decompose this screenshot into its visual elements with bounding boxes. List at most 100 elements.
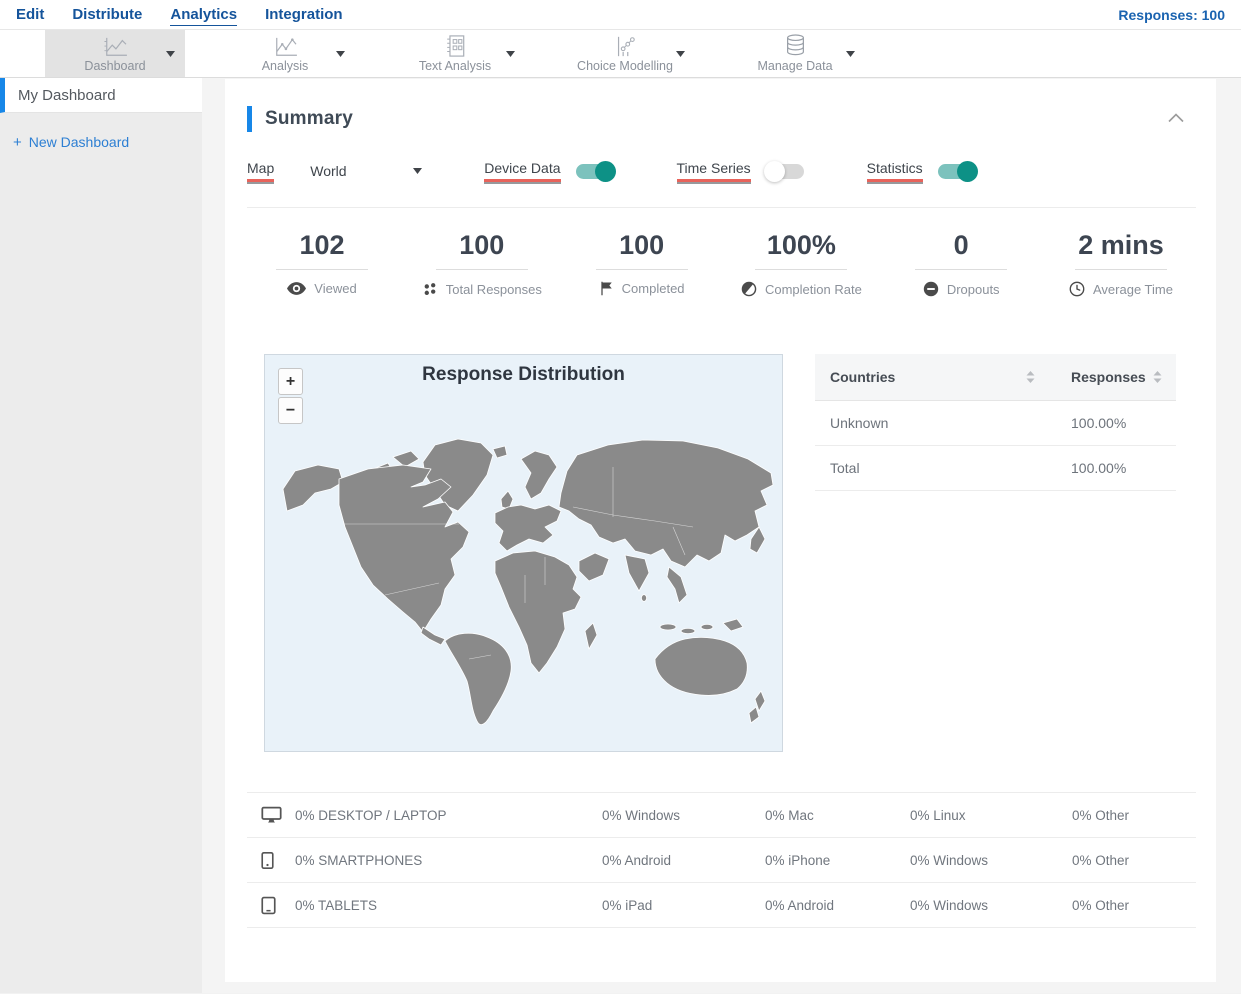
tool-choice-modelling[interactable]: Choice Modelling xyxy=(555,30,695,77)
table-row: Total 100.00% xyxy=(815,446,1176,491)
tablet-icon xyxy=(247,896,295,915)
nav-edit[interactable]: Edit xyxy=(16,4,44,25)
stat-label: Completed xyxy=(621,281,685,296)
country-responses: 100.00% xyxy=(1071,415,1127,431)
map-section: Response Distribution + − Countries Resp… xyxy=(247,354,1196,752)
device-row-tablets: 0% TABLETS 0% iPad 0% Android 0% Windows… xyxy=(247,883,1196,928)
toggle-knob xyxy=(956,160,978,182)
tool-label: Text Analysis xyxy=(418,59,492,73)
zoom-out-button[interactable]: − xyxy=(278,397,303,424)
countries-column-header[interactable]: Countries xyxy=(830,369,1071,385)
countries-table-header: Countries Responses xyxy=(815,354,1176,401)
plus-icon: + xyxy=(13,133,22,151)
world-map[interactable] xyxy=(273,427,776,732)
device-stat: 0% Other xyxy=(1072,897,1130,913)
summary-controls: Map World Device Data Time Series Statis… xyxy=(247,160,1196,182)
responses-count: Responses: 100 xyxy=(1118,6,1225,23)
device-row-smartphones: 0% SMARTPHONES 0% Android 0% iPhone 0% W… xyxy=(247,838,1196,883)
database-icon xyxy=(785,34,806,58)
tool-label: Manage Data xyxy=(757,59,833,73)
new-dashboard-button[interactable]: + New Dashboard xyxy=(13,134,202,150)
map-title: Response Distribution xyxy=(422,364,625,385)
device-stat: 0% iPhone xyxy=(765,852,831,868)
stat-viewed: 102 Viewed xyxy=(247,230,397,297)
device-data-control: Device Data xyxy=(484,160,616,182)
country-responses: 100.00% xyxy=(1071,460,1127,476)
document-grid-icon xyxy=(444,34,466,58)
main-area: Summary Map World Device Data Time Serie… xyxy=(202,78,1241,993)
stat-value: 100% xyxy=(766,230,836,260)
country-name: Unknown xyxy=(830,415,889,431)
chevron-down-icon[interactable] xyxy=(676,50,685,57)
statistics-label: Statistics xyxy=(866,160,923,182)
toggle-knob xyxy=(763,160,785,182)
device-stat: 0% Mac xyxy=(765,807,814,823)
line-chart-icon xyxy=(101,34,129,58)
analytics-toolbar: Dashboard Analysis Text Analysis Choice … xyxy=(0,30,1241,78)
toggle-knob xyxy=(594,160,616,182)
device-stat: 0% Windows xyxy=(910,897,989,913)
smartphone-icon xyxy=(247,851,295,870)
stat-completed: 100 Completed xyxy=(567,230,717,297)
stat-label: Average Time xyxy=(1093,281,1173,297)
stat-label: Total Responses xyxy=(445,281,542,297)
tool-text-analysis[interactable]: Text Analysis xyxy=(385,30,525,77)
device-stat: 0% Android xyxy=(765,897,835,913)
nav-distribute[interactable]: Distribute xyxy=(72,4,142,25)
nav-integration[interactable]: Integration xyxy=(265,4,343,25)
device-label: 0% SMARTPHONES xyxy=(295,852,423,868)
scatter-chart-icon xyxy=(613,34,637,58)
sidebar-item-label: My Dashboard xyxy=(18,86,116,104)
chevron-down-icon[interactable] xyxy=(166,50,175,57)
tool-dashboard[interactable]: Dashboard xyxy=(45,30,185,77)
device-label: 0% DESKTOP / LAPTOP xyxy=(295,807,447,823)
device-stat: 0% Windows xyxy=(910,852,989,868)
page-title: Summary xyxy=(265,108,353,129)
responses-column-header[interactable]: Responses xyxy=(1071,369,1176,385)
map-label: Map xyxy=(247,160,275,182)
tool-label: Analysis xyxy=(261,59,309,73)
dots-icon xyxy=(424,283,436,295)
section-divider xyxy=(247,207,1196,208)
accent-bar xyxy=(247,106,252,132)
tool-manage-data[interactable]: Manage Data xyxy=(725,30,865,77)
stat-value: 100 xyxy=(459,230,505,260)
countries-column-label: Countries xyxy=(830,369,896,385)
sort-icon[interactable] xyxy=(1026,370,1035,384)
nav-analytics[interactable]: Analytics xyxy=(170,4,238,26)
stat-value: 0 xyxy=(953,230,969,260)
response-distribution-map[interactable]: Response Distribution + − xyxy=(264,354,783,752)
device-label: 0% TABLETS xyxy=(295,897,378,913)
time-series-label: Time Series xyxy=(676,160,751,182)
device-data-toggle[interactable] xyxy=(575,160,616,182)
statistics-control: Statistics xyxy=(866,160,978,182)
tool-analysis[interactable]: Analysis xyxy=(215,30,355,77)
summary-panel: Summary Map World Device Data Time Serie… xyxy=(225,79,1216,982)
line-chart-icon xyxy=(271,34,299,58)
device-data-table: 0% DESKTOP / LAPTOP 0% Windows 0% Mac 0%… xyxy=(247,792,1196,928)
stat-value: 102 xyxy=(299,230,345,260)
device-data-label: Device Data xyxy=(484,160,561,182)
chevron-down-icon[interactable] xyxy=(336,50,345,57)
device-stat: 0% iPad xyxy=(602,897,653,913)
stat-label: Dropouts xyxy=(946,281,1000,297)
chevron-down-icon[interactable] xyxy=(846,50,855,57)
statistics-toggle[interactable] xyxy=(937,160,978,182)
collapse-chevron-up-icon[interactable] xyxy=(1167,112,1185,123)
device-row-desktop: 0% DESKTOP / LAPTOP 0% Windows 0% Mac 0%… xyxy=(247,793,1196,838)
device-stat: 0% Android xyxy=(602,852,672,868)
map-region-value: World xyxy=(310,163,347,179)
time-series-toggle[interactable] xyxy=(763,160,804,182)
chevron-down-icon xyxy=(413,168,423,174)
chevron-down-icon[interactable] xyxy=(506,50,515,57)
sort-icon[interactable] xyxy=(1153,370,1162,384)
summary-header: Summary xyxy=(247,79,1196,132)
device-stat: 0% Other xyxy=(1072,852,1130,868)
stat-completion-rate: 100% Completion Rate xyxy=(726,230,876,297)
stat-value: 100 xyxy=(619,230,665,260)
half-circle-icon xyxy=(741,281,757,297)
countries-table: Countries Responses Unknown 100.00% Tota… xyxy=(815,354,1176,752)
zoom-in-button[interactable]: + xyxy=(278,368,303,395)
sidebar-item-my-dashboard[interactable]: My Dashboard xyxy=(0,78,202,113)
map-region-select[interactable]: World xyxy=(310,163,423,179)
